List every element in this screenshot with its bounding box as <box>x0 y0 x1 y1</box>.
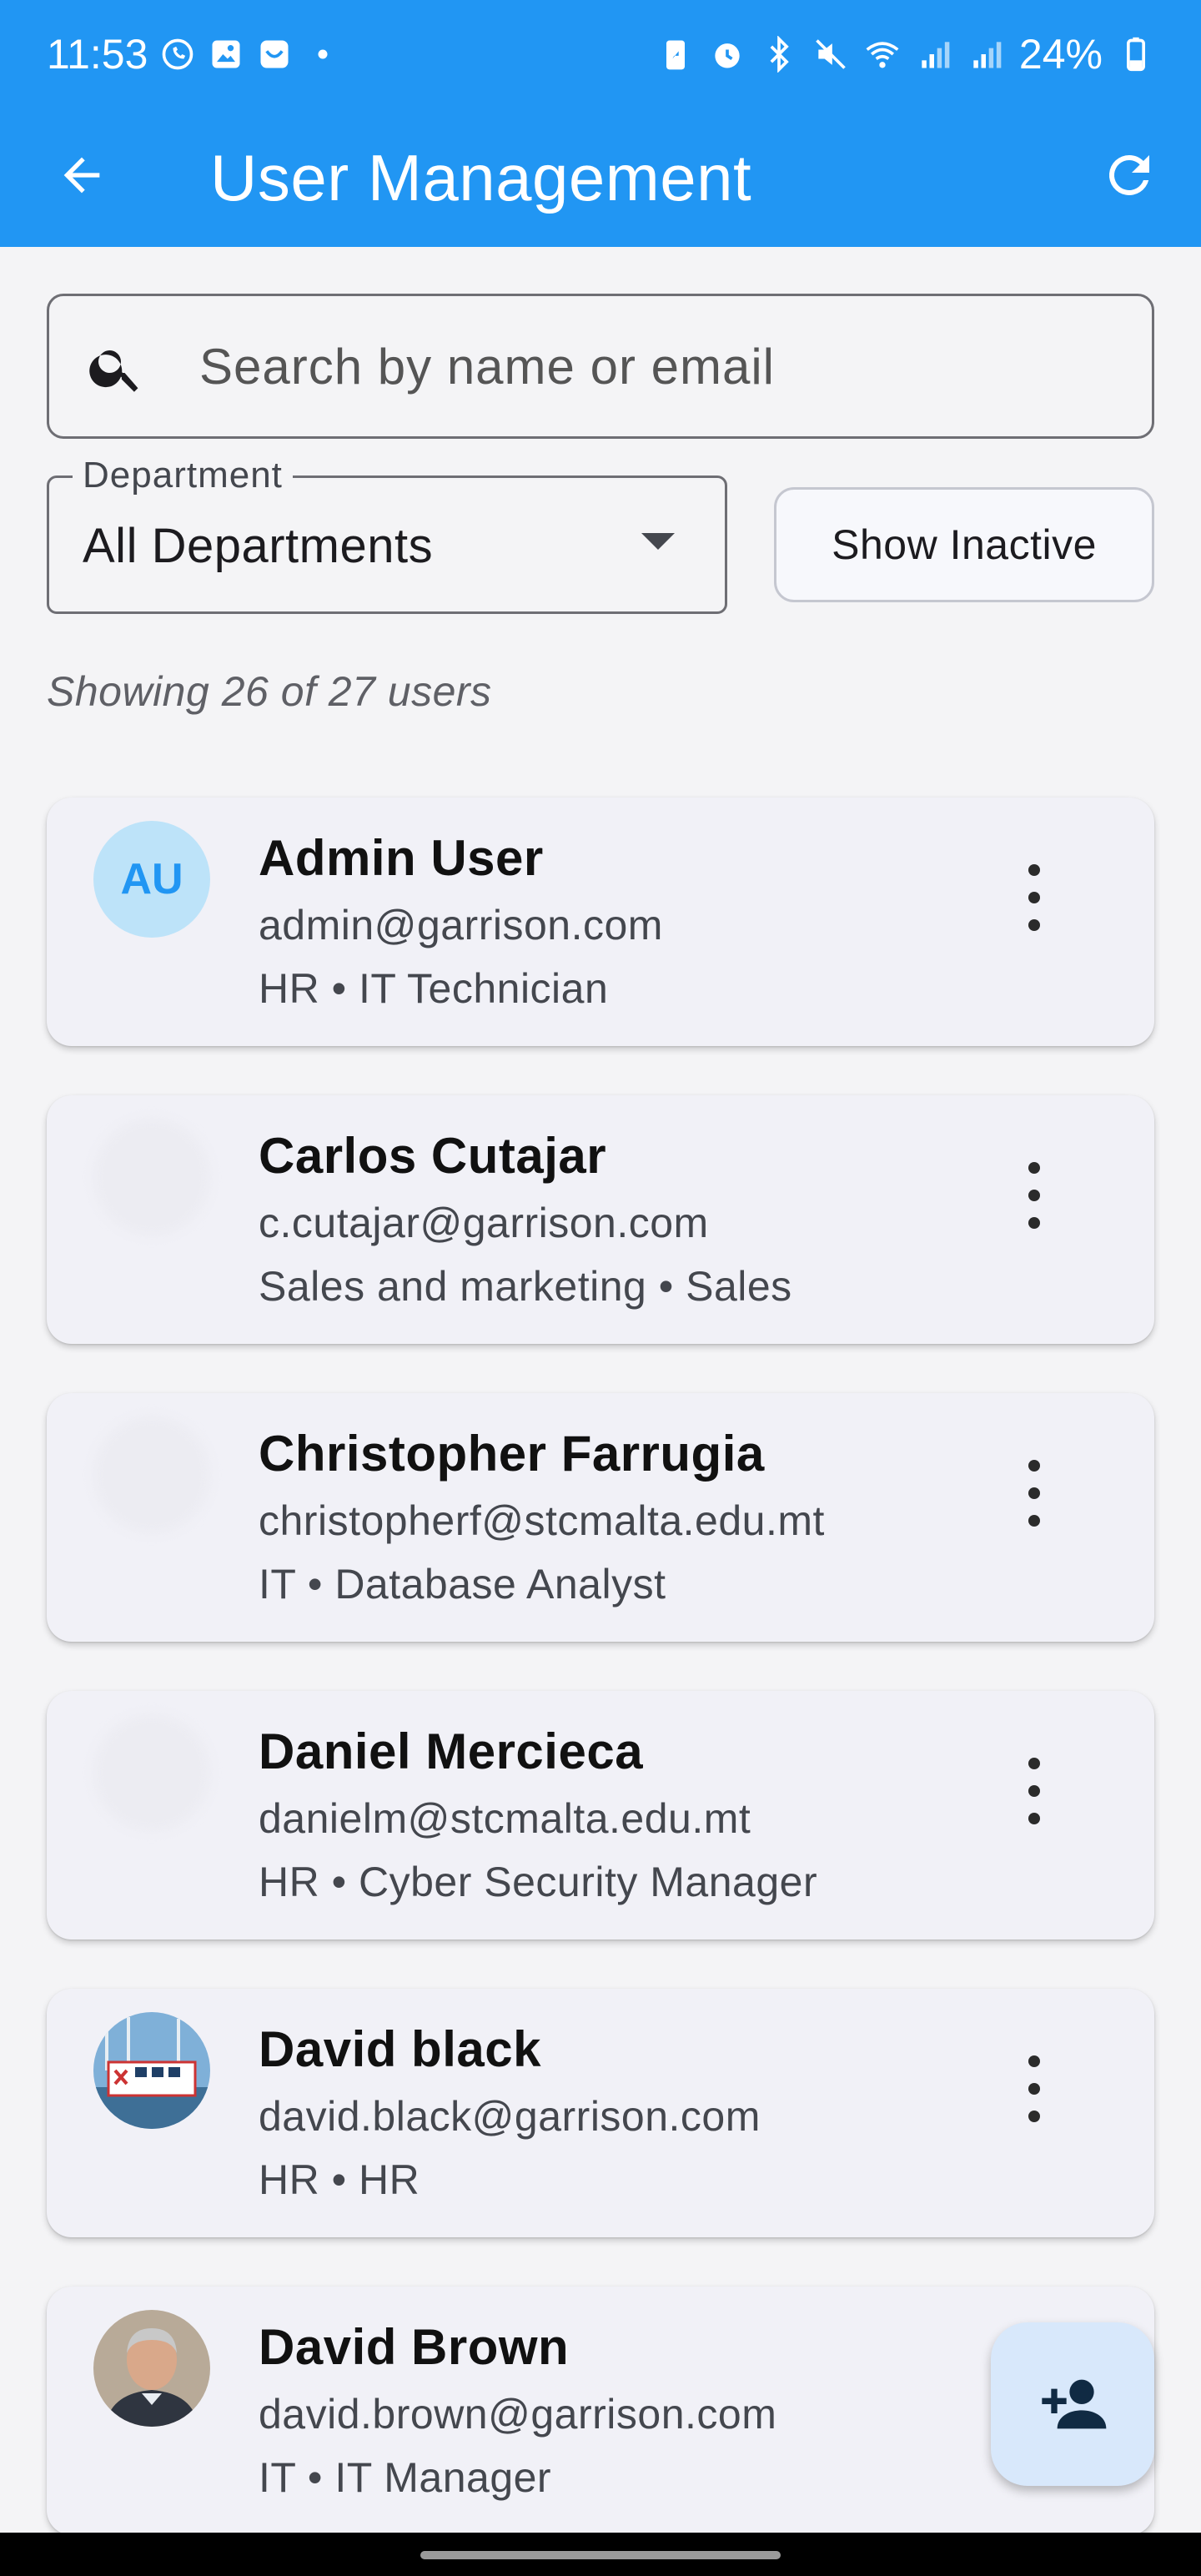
user-card[interactable]: Daniel Mercieca danielm@stcmalta.edu.mt … <box>47 1691 1154 1940</box>
battery-icon <box>1118 36 1154 73</box>
user-department-role: HR • HR <box>259 2156 420 2203</box>
bluetooth-icon <box>761 36 797 73</box>
avatar: AU <box>93 821 210 938</box>
add-user-button[interactable] <box>991 2322 1154 2486</box>
user-department-role: IT • IT Manager <box>259 2454 552 2501</box>
avatar <box>93 1416 210 1533</box>
status-bar: 11:53 24% <box>0 0 1201 108</box>
signal-icon <box>916 36 952 73</box>
user-card[interactable]: Carlos Cutajar c.cutajar@garrison.com Sa… <box>47 1095 1154 1344</box>
refresh-icon <box>1108 154 1149 195</box>
user-email: david.brown@garrison.com <box>259 2391 777 2438</box>
more-options-button[interactable] <box>1018 1460 1051 1527</box>
refresh-button[interactable] <box>1094 140 1164 210</box>
whatsapp-icon <box>159 36 196 73</box>
avatar <box>93 1714 210 1831</box>
signal-icon-2 <box>967 36 1004 73</box>
user-email: david.black@garrison.com <box>259 2093 761 2140</box>
search-input[interactable] <box>199 296 1117 436</box>
user-email: c.cutajar@garrison.com <box>259 1200 709 1246</box>
user-card[interactable]: David black david.black@garrison.com HR … <box>47 1989 1154 2237</box>
more-options-button[interactable] <box>1018 864 1051 931</box>
arrow-back-icon <box>63 157 100 194</box>
user-name: David Brown <box>259 2319 570 2375</box>
battery-saver-icon <box>657 36 694 73</box>
user-card[interactable]: David Brown david.brown@garrison.com IT … <box>47 2287 1154 2535</box>
user-name: Carlos Cutajar <box>259 1128 607 1184</box>
user-name: Christopher Farrugia <box>259 1426 765 1482</box>
department-value: All Departments <box>83 519 434 573</box>
back-button[interactable] <box>47 140 117 210</box>
battery-percent: 24% <box>1018 31 1103 78</box>
user-email: christopherf@stcmalta.edu.mt <box>259 1497 825 1544</box>
toolbar: User Management <box>0 108 1201 247</box>
user-name: David black <box>259 2021 541 2077</box>
user-department-role: Sales and marketing • Sales <box>259 1263 792 1310</box>
app-bar: 11:53 24% User Management <box>0 0 1201 247</box>
more-options-button[interactable] <box>1018 1162 1051 1229</box>
user-email: danielm@stcmalta.edu.mt <box>259 1795 751 1842</box>
user-email: admin@garrison.com <box>259 902 663 948</box>
user-name: Daniel Mercieca <box>259 1723 644 1779</box>
dropdown-arrow-icon <box>641 533 675 550</box>
gesture-handle[interactable] <box>420 2551 781 2559</box>
user-department-role: HR • IT Technician <box>259 965 609 1012</box>
user-count-summary: Showing 26 of 27 users <box>47 668 492 715</box>
user-name: Admin User <box>259 830 544 886</box>
department-dropdown[interactable]: Department All Departments <box>47 455 727 614</box>
add-person-icon <box>1042 2379 1107 2429</box>
more-options-button[interactable] <box>1018 1758 1051 1824</box>
gallery-icon <box>208 36 244 73</box>
search-field[interactable] <box>47 294 1154 439</box>
app-icon <box>256 36 293 73</box>
more-options-button[interactable] <box>1018 2055 1051 2122</box>
dot-icon <box>304 36 341 73</box>
department-label: Department <box>73 455 293 496</box>
mute-icon <box>812 36 849 73</box>
avatar-photo <box>93 2310 210 2427</box>
avatar <box>93 1119 210 1235</box>
user-card[interactable]: Christopher Farrugia christopherf@stcmal… <box>47 1393 1154 1642</box>
user-department-role: HR • Cyber Security Manager <box>259 1859 818 1905</box>
page-title: User Management <box>210 141 752 214</box>
avatar-photo <box>93 2012 210 2129</box>
show-inactive-button[interactable]: Show Inactive <box>774 487 1154 602</box>
user-card[interactable]: AU Admin User admin@garrison.com HR • IT… <box>47 797 1154 1046</box>
search-icon <box>89 350 138 392</box>
wifi-icon <box>864 36 901 73</box>
alarm-icon <box>709 36 746 73</box>
status-time: 11:53 <box>47 31 148 78</box>
user-department-role: IT • Database Analyst <box>259 1561 666 1607</box>
